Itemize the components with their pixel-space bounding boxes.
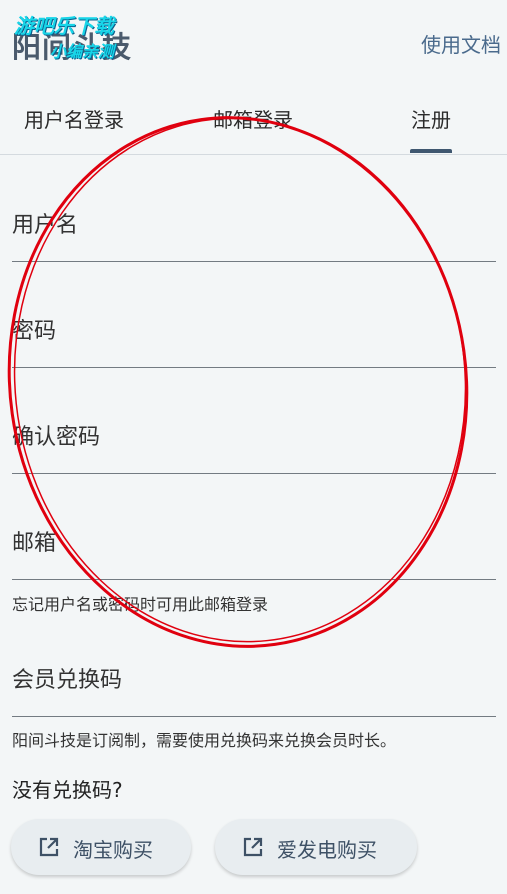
watermark-text: 游吧乐下载 xyxy=(14,14,114,38)
confirm-password-field[interactable]: 确认密码 xyxy=(12,423,496,474)
afdian-buy-label: 爱发电购买 xyxy=(277,838,377,862)
username-field[interactable]: 用户名 xyxy=(12,211,496,262)
tab-register[interactable]: 注册 xyxy=(411,104,451,133)
redeem-helper-text: 阳间斗技是订阅制，需要使用兑换码来兑换会员时长。 xyxy=(12,731,397,750)
taobao-buy-button[interactable]: 淘宝购买 xyxy=(11,819,191,875)
email-field-label: 邮箱 xyxy=(12,531,57,556)
username-field-label: 用户名 xyxy=(12,213,79,238)
tab-email-login[interactable]: 邮箱登录 xyxy=(213,104,293,133)
email-field[interactable]: 邮箱 xyxy=(12,529,496,580)
email-helper-text: 忘记用户名或密码时可用此邮箱登录 xyxy=(12,595,269,614)
no-code-text: 没有兑换码? xyxy=(12,778,123,802)
afdian-buy-button[interactable]: 爱发电购买 xyxy=(215,819,417,875)
tab-username-login[interactable]: 用户名登录 xyxy=(24,104,124,133)
password-field-label: 密码 xyxy=(12,319,57,344)
watermark-subtext: 小编亲测 xyxy=(50,42,115,61)
confirm-password-field-label: 确认密码 xyxy=(12,425,101,450)
tab-active-indicator xyxy=(410,149,452,153)
app-header: 阳间斗技 游吧乐下载 小编亲测 使用文档 xyxy=(0,0,507,90)
auth-tabs: 用户名登录 邮箱登录 注册 xyxy=(0,90,507,155)
watermark-logo: 游吧乐下载 小编亲测 xyxy=(14,10,150,62)
open-in-new-icon xyxy=(242,836,264,858)
open-in-new-icon xyxy=(38,836,60,858)
docs-link[interactable]: 使用文档 xyxy=(421,29,501,58)
redeem-code-field[interactable]: 会员兑换码 xyxy=(12,666,496,717)
redeem-code-field-label: 会员兑换码 xyxy=(12,668,123,693)
password-field[interactable]: 密码 xyxy=(12,317,496,368)
taobao-buy-label: 淘宝购买 xyxy=(73,838,153,862)
